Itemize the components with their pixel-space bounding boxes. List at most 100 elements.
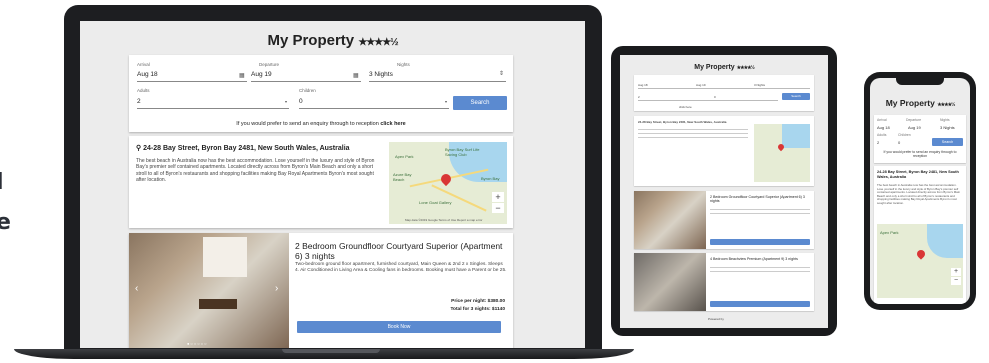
room-title: 4 Bedroom Beachview Premium (Apartment 9… bbox=[710, 257, 798, 261]
phone-property-card: 24-28 Bay Street, Byron Bay 2481, New So… bbox=[874, 166, 966, 304]
departure-input[interactable]: Aug 19 bbox=[251, 71, 272, 78]
phone-screen: My Property ★★★★½ Arrival Departure Nigh… bbox=[870, 78, 970, 304]
phone-search-card: Arrival Departure Nights Aug 18 Aug 19 3… bbox=[874, 115, 966, 163]
room-photo[interactable] bbox=[634, 191, 706, 249]
book-now-button[interactable] bbox=[710, 301, 810, 307]
price-per-night: Price per night: $380.00 bbox=[451, 299, 505, 304]
property-address: 24-28 Bay Street, Byron Bay 2481, New So… bbox=[877, 170, 959, 179]
arrival-label: Arrival bbox=[137, 62, 150, 67]
arrival-input[interactable]: Aug 18 bbox=[638, 83, 648, 87]
field-underline bbox=[638, 88, 810, 89]
enquiry-link[interactable]: click here bbox=[380, 121, 405, 127]
calendar-icon[interactable]: ▦ bbox=[353, 72, 359, 79]
tablet-location-map[interactable] bbox=[754, 124, 810, 182]
adults-select[interactable]: 2 bbox=[877, 140, 879, 145]
search-button[interactable]: Search bbox=[453, 96, 507, 110]
tablet-room-card-2: 4 Bedroom Beachview Premium (Apartment 9… bbox=[634, 253, 814, 311]
departure-input[interactable]: Aug 19 bbox=[908, 125, 921, 130]
tablet-search-card: Aug 18 Aug 19 3 Nights 2 0 Search click … bbox=[634, 75, 814, 111]
map-label: Byron Bay bbox=[481, 176, 500, 181]
map-label: Byron Bay Surf Life Saving Club bbox=[445, 147, 480, 157]
next-photo-icon[interactable]: › bbox=[275, 283, 278, 294]
powered-by-footer: Powered by bbox=[708, 317, 724, 321]
chevron-down-icon[interactable]: ▾ bbox=[285, 99, 287, 104]
map-sea bbox=[782, 124, 810, 148]
book-now-button[interactable] bbox=[710, 239, 810, 245]
nights-select[interactable]: 3 Nights bbox=[754, 83, 765, 87]
enquiry-prefix: If you would prefer to send an enquiry t… bbox=[883, 150, 957, 159]
arrival-input[interactable]: Aug 18 bbox=[877, 125, 890, 130]
children-label: Children bbox=[299, 88, 316, 93]
star-rating: ★★★★½ bbox=[358, 37, 398, 48]
property-info-card: ⚲ 24-28 Bay Street, Byron Bay 2481, New … bbox=[129, 136, 513, 228]
address-text: 24-28 Bay Street, Byron Bay 2481, New So… bbox=[143, 145, 350, 152]
photo-pagination-dots[interactable]: ●○○○○○ bbox=[187, 341, 208, 346]
departure-label: Departure bbox=[259, 62, 280, 67]
book-now-button[interactable]: Book Now bbox=[297, 321, 501, 333]
page-title: My Property ★★★★½ bbox=[80, 32, 585, 50]
photo-window bbox=[203, 237, 247, 277]
search-form-card: Arrival Aug 18 ▦ Departure Aug 19 ▦ Nigh… bbox=[129, 55, 513, 132]
departure-input[interactable]: Aug 19 bbox=[696, 83, 706, 87]
property-address: ⚲ 24-28 Bay Street, Byron Bay 2481, New … bbox=[136, 144, 350, 152]
star-rating: ★★★★½ bbox=[736, 65, 755, 71]
zoom-out-button[interactable]: − bbox=[492, 203, 504, 213]
phone-location-map[interactable]: Apex Park + − bbox=[877, 224, 963, 298]
enquiry-link[interactable]: click here bbox=[679, 105, 692, 109]
desc-line bbox=[710, 209, 810, 210]
property-title: My Property bbox=[267, 32, 355, 49]
updown-arrows-icon[interactable]: ⇕ bbox=[499, 70, 504, 77]
nights-select[interactable]: 3 Nights bbox=[369, 71, 393, 78]
arrival-input[interactable]: Aug 18 bbox=[137, 71, 158, 78]
adults-select[interactable]: 2 bbox=[137, 98, 141, 105]
chevron-down-icon[interactable]: ▾ bbox=[445, 99, 447, 104]
children-select[interactable]: 0 bbox=[898, 140, 900, 145]
zoom-in-button[interactable]: + bbox=[951, 268, 961, 276]
room-title: 2 Bedroom Groundfloor Courtyard Superior… bbox=[710, 195, 805, 203]
map-label: Lone Goat Gallery bbox=[419, 200, 452, 205]
search-button[interactable]: Search bbox=[932, 138, 963, 146]
nights-underline bbox=[369, 81, 506, 82]
tablet-page-title: My Property ★★★★½ bbox=[620, 64, 828, 74]
room-photo[interactable]: ‹ › ●○○○○○ bbox=[129, 233, 289, 348]
room-card: ‹ › ●○○○○○ 2 Bedroom Groundfloor Courtya… bbox=[129, 233, 513, 348]
map-pin-icon[interactable] bbox=[438, 171, 454, 187]
star-rating: ★★★★½ bbox=[937, 102, 955, 108]
tablet-room-card: 2 Bedroom Groundfloor Courtyard Superior… bbox=[634, 191, 814, 249]
property-title: My Property bbox=[885, 98, 935, 108]
laptop-notch bbox=[282, 349, 380, 353]
calendar-icon[interactable]: ▦ bbox=[239, 72, 245, 79]
arrival-underline bbox=[137, 81, 247, 82]
zoom-out-button[interactable]: − bbox=[951, 277, 961, 285]
laptop-screen: My Property ★★★★½ Arrival Aug 18 ▦ Depar… bbox=[80, 21, 585, 348]
search-button[interactable]: Search bbox=[782, 93, 810, 100]
desc-line bbox=[638, 137, 748, 138]
property-description: The best beach in Australia now has the … bbox=[136, 158, 375, 184]
map-sea bbox=[927, 224, 963, 258]
zoom-in-button[interactable]: + bbox=[492, 192, 504, 202]
phone-notch bbox=[896, 77, 944, 85]
tablet-property-card: 24-28 Bay Street, Byron Bay 2481, New So… bbox=[634, 116, 814, 186]
children-select[interactable]: 0 bbox=[714, 95, 716, 99]
room-photo[interactable] bbox=[634, 253, 706, 311]
adults-select[interactable]: 2 bbox=[638, 95, 640, 99]
cropped-heading-text-2: e bbox=[0, 210, 11, 235]
nights-label: Nights bbox=[940, 118, 950, 122]
room-description: Two-bedroom ground floor apartment, furn… bbox=[295, 262, 507, 273]
phone-page-title: My Property ★★★★½ bbox=[870, 98, 970, 109]
enquiry-prefix: If you would prefer to send an enquiry t… bbox=[236, 121, 379, 127]
location-pin-icon: ⚲ bbox=[136, 145, 142, 152]
desc-line bbox=[638, 129, 748, 130]
children-select[interactable]: 0 bbox=[299, 98, 303, 105]
adults-underline bbox=[137, 108, 289, 109]
nights-select[interactable]: 3 Nights bbox=[940, 125, 955, 130]
location-map[interactable]: Apex Park Byron Bay Surf Life Saving Clu… bbox=[389, 142, 507, 224]
prev-photo-icon[interactable]: ‹ bbox=[135, 283, 138, 294]
desc-line bbox=[710, 271, 810, 272]
map-pin-icon[interactable] bbox=[915, 248, 927, 260]
desc-line bbox=[638, 133, 748, 134]
cropped-heading-text: l bbox=[0, 170, 4, 195]
children-label: Children bbox=[898, 133, 911, 137]
property-title: My Property bbox=[694, 64, 735, 71]
property-address: 24-28 Bay Street, Byron Bay 2481, New So… bbox=[638, 120, 727, 124]
